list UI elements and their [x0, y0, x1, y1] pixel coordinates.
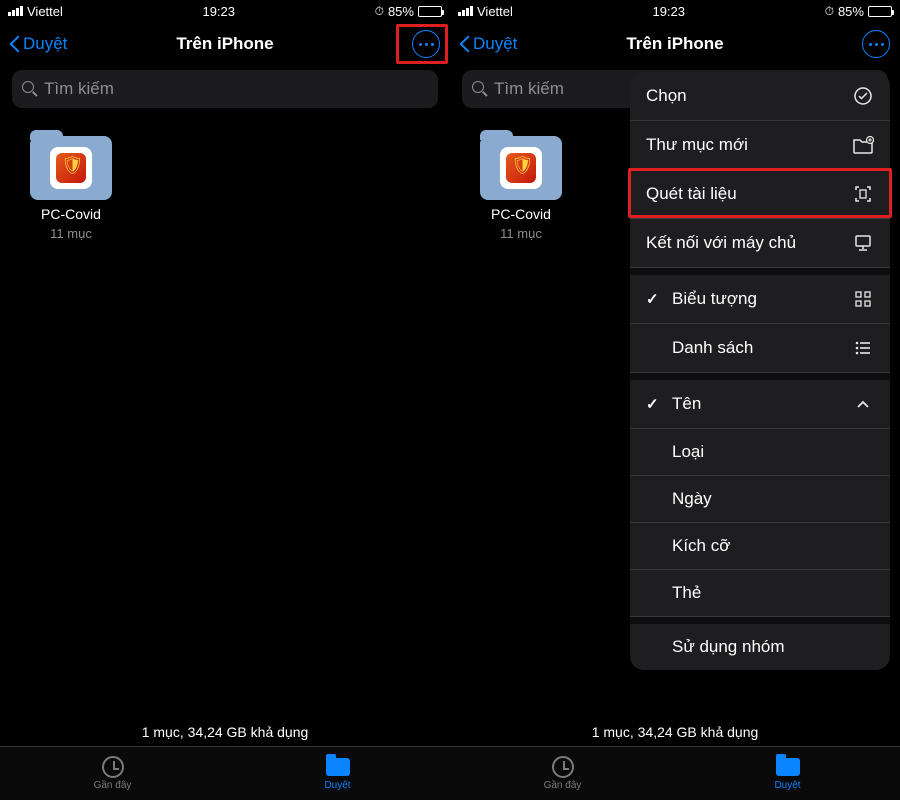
- back-label: Duyệt: [473, 34, 517, 54]
- battery-icon: [868, 6, 892, 17]
- check-icon: [646, 394, 662, 414]
- battery-percent: 85%: [838, 4, 864, 19]
- chevron-left-icon: [460, 35, 471, 53]
- phone-left: Viettel 19:23 85% Duyệt Trên iPhone: [0, 0, 450, 800]
- battery-icon: [418, 6, 442, 17]
- select-circle-icon: [852, 85, 874, 107]
- tab-bar: Gần đây Duyệt: [450, 746, 900, 800]
- menu-use-groups[interactable]: Sử dụng nhóm: [630, 624, 890, 670]
- clock-icon: [102, 756, 124, 778]
- folder-icon: [776, 758, 800, 776]
- tab-browse[interactable]: Duyệt: [675, 747, 900, 800]
- menu-sort-name[interactable]: Tên: [630, 380, 890, 429]
- folder-item[interactable]: PC-Covid 11 mục: [466, 136, 576, 241]
- chevron-left-icon: [10, 35, 21, 53]
- server-icon: [852, 232, 874, 254]
- page-title: Trên iPhone: [450, 34, 900, 54]
- menu-sort-size[interactable]: Kích cỡ: [630, 523, 890, 570]
- folder-item[interactable]: PC-Covid 11 mục: [16, 136, 126, 241]
- back-button[interactable]: Duyệt: [460, 34, 517, 54]
- carrier-label: Viettel: [27, 4, 63, 19]
- folder-name: PC-Covid: [41, 206, 101, 222]
- status-bar: Viettel 19:23 85%: [0, 0, 450, 22]
- more-button[interactable]: [862, 30, 890, 58]
- menu-view-list[interactable]: Danh sách: [630, 324, 890, 373]
- tab-bar: Gần đây Duyệt: [0, 746, 450, 800]
- menu-view-icons[interactable]: Biểu tượng: [630, 275, 890, 324]
- search-icon: [22, 81, 38, 97]
- menu-sort-date[interactable]: Ngày: [630, 476, 890, 523]
- clock-icon: [552, 756, 574, 778]
- activity-icon: [825, 3, 834, 19]
- menu-connect-server[interactable]: Kết nối với máy chủ: [630, 219, 890, 268]
- context-menu: Chọn Thư mục mới Quét tài liệu Kết nối v…: [630, 72, 890, 670]
- grid-icon: [852, 288, 874, 310]
- folder-icon: [326, 758, 350, 776]
- list-icon: [852, 337, 874, 359]
- tab-recent[interactable]: Gần đây: [450, 747, 675, 800]
- new-folder-icon: [852, 134, 874, 156]
- tab-label: Duyệt: [774, 780, 800, 791]
- tab-label: Duyệt: [324, 780, 350, 791]
- menu-select[interactable]: Chọn: [630, 72, 890, 121]
- tab-recent[interactable]: Gần đây: [0, 747, 225, 800]
- tab-browse[interactable]: Duyệt: [225, 747, 450, 800]
- storage-info: 1 mục, 34,24 GB khả dụng: [450, 718, 900, 746]
- back-label: Duyệt: [23, 34, 67, 54]
- menu-scan-documents[interactable]: Quét tài liệu: [630, 170, 890, 219]
- search-icon: [472, 81, 488, 97]
- more-button[interactable]: [412, 30, 440, 58]
- back-button[interactable]: Duyệt: [10, 34, 67, 54]
- nav-bar: Duyệt Trên iPhone: [0, 22, 450, 66]
- search-bar[interactable]: [12, 70, 438, 108]
- nav-bar: Duyệt Trên iPhone: [450, 22, 900, 66]
- clock-time: 19:23: [652, 4, 685, 19]
- carrier-label: Viettel: [477, 4, 513, 19]
- folder-icon: [480, 136, 562, 200]
- battery-percent: 85%: [388, 4, 414, 19]
- signal-icon: [458, 6, 473, 16]
- chevron-up-icon: [852, 393, 874, 415]
- menu-new-folder[interactable]: Thư mục mới: [630, 121, 890, 170]
- check-icon: [646, 289, 662, 309]
- tab-label: Gần đây: [544, 780, 582, 791]
- folder-meta: 11 mục: [50, 226, 92, 241]
- search-input[interactable]: [44, 79, 428, 99]
- page-title: Trên iPhone: [0, 34, 450, 54]
- menu-sort-tags[interactable]: Thẻ: [630, 570, 890, 617]
- storage-info: 1 mục, 34,24 GB khả dụng: [0, 718, 450, 746]
- scan-icon: [852, 183, 874, 205]
- menu-sort-kind[interactable]: Loại: [630, 429, 890, 476]
- phone-right: Viettel 19:23 85% Duyệt Trên iPhone: [450, 0, 900, 800]
- folder-icon: [30, 136, 112, 200]
- folder-meta: 11 mục: [500, 226, 542, 241]
- clock-time: 19:23: [202, 4, 235, 19]
- tab-label: Gần đây: [94, 780, 132, 791]
- signal-icon: [8, 6, 23, 16]
- activity-icon: [375, 3, 384, 19]
- folder-name: PC-Covid: [491, 206, 551, 222]
- content-area: PC-Covid 11 mục: [0, 116, 450, 718]
- status-bar: Viettel 19:23 85%: [450, 0, 900, 22]
